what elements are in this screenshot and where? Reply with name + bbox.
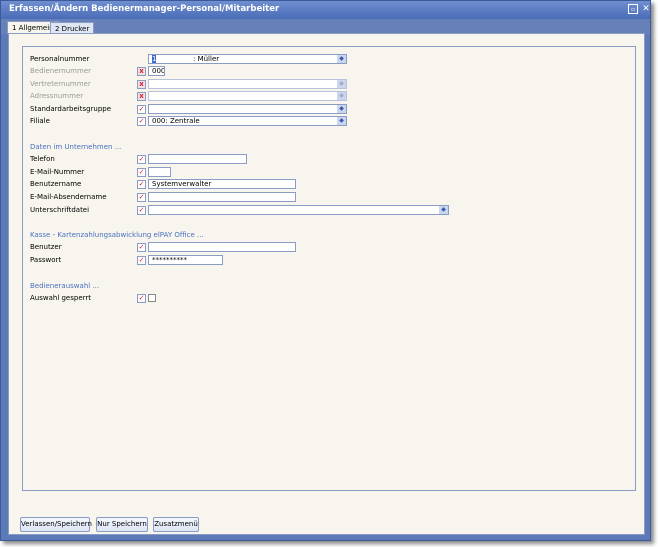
spin-icon: ◆ <box>337 92 346 100</box>
edit-icon[interactable]: ✓ <box>137 117 146 126</box>
label-adressnummer: Adressnummer <box>30 92 84 100</box>
filiale-combo[interactable]: 000: Zentrale ◆ <box>148 116 347 126</box>
edit-icon[interactable]: ✓ <box>137 243 146 252</box>
label-email-nummer: E-Mail-Nummer <box>30 168 85 176</box>
personalnummer-name: : Müller <box>193 55 220 63</box>
edit-icon[interactable]: ✓ <box>137 294 146 303</box>
label-auswahl-gesperrt: Auswahl gesperrt <box>30 294 92 302</box>
edit-icon[interactable]: ✓ <box>137 256 146 265</box>
spin-icon[interactable]: ◆ <box>337 117 346 125</box>
edit-icon[interactable]: ✓ <box>137 180 146 189</box>
label-unterschrift: Unterschriftdatei <box>30 206 90 214</box>
unterschrift-combo[interactable]: ◆ <box>148 205 449 215</box>
label-filiale: Filiale <box>30 117 50 125</box>
adressnummer-combo[interactable]: ◆ <box>148 91 347 101</box>
email-absender-field[interactable] <box>148 192 296 202</box>
spin-icon: ◆ <box>337 80 346 88</box>
nur-speichern-button[interactable]: Nur Speichern <box>96 517 148 532</box>
label-personalnummer: Personalnummer <box>30 55 90 63</box>
edit-icon[interactable]: ✓ <box>137 168 146 177</box>
vertreternummer-combo[interactable]: ◆ <box>148 79 347 89</box>
personalnummer-combo[interactable]: 1 : Müller ◆ <box>148 54 347 64</box>
edit-icon[interactable]: ✓ <box>137 193 146 202</box>
email-nummer-field[interactable] <box>148 167 171 177</box>
label-telefon: Telefon <box>30 155 55 163</box>
label-benutzer: Benutzer <box>30 243 62 251</box>
label-benutzername: Benutzername <box>30 180 82 188</box>
label-email-absender: E-Mail-Absendername <box>30 193 107 201</box>
locked-icon: x <box>137 92 146 101</box>
auswahl-gesperrt-checkbox[interactable] <box>148 294 156 302</box>
window-title: Erfassen/Ändern Bedienermanager-Personal… <box>1 1 650 19</box>
edit-icon[interactable]: ✓ <box>137 206 146 215</box>
close-icon[interactable]: ✕ <box>641 4 651 14</box>
section-auswahl: Bedienerauswahl ... <box>30 282 100 290</box>
locked-icon: x <box>137 80 146 89</box>
bedienernummer-field[interactable]: 000 <box>148 66 165 76</box>
zusatzmenu-button[interactable]: Zusatzmenü <box>153 517 199 532</box>
benutzer-field[interactable] <box>148 242 296 252</box>
label-standardarbeitsgruppe: Standardarbeitsgruppe <box>30 105 112 113</box>
edit-icon[interactable]: ✓ <box>137 155 146 164</box>
benutzername-field[interactable]: Systemverwalter <box>148 179 296 189</box>
standardarbeitsgruppe-combo[interactable]: ◆ <box>148 104 347 114</box>
tab-strip: 1 Allgemein 2 Drucker <box>1 19 650 34</box>
label-passwort: Passwort <box>30 256 62 264</box>
label-vertreternummer: Vertreternummer <box>30 80 91 88</box>
spin-icon[interactable]: ◆ <box>439 206 448 214</box>
verlassen-speichern-button[interactable]: Verlassen/Speichern <box>20 517 92 532</box>
personalnummer-value: 1 <box>152 55 157 63</box>
spin-icon[interactable]: ◆ <box>337 105 346 113</box>
telefon-field[interactable] <box>148 154 247 164</box>
passwort-field[interactable]: ********** <box>148 255 223 265</box>
restore-icon[interactable]: ▫ <box>628 4 638 14</box>
filiale-value: 000: Zentrale <box>152 117 200 125</box>
section-unternehmen: Daten im Unternehmen ... <box>30 143 122 151</box>
section-kasse: Kasse - Kartenzahlungsabwicklung elPAY O… <box>30 231 204 239</box>
edit-icon[interactable]: ✓ <box>137 105 146 114</box>
spin-icon[interactable]: ◆ <box>337 55 346 63</box>
locked-icon: x <box>137 67 146 76</box>
label-bedienernummer: Bedienernummer <box>30 67 91 75</box>
